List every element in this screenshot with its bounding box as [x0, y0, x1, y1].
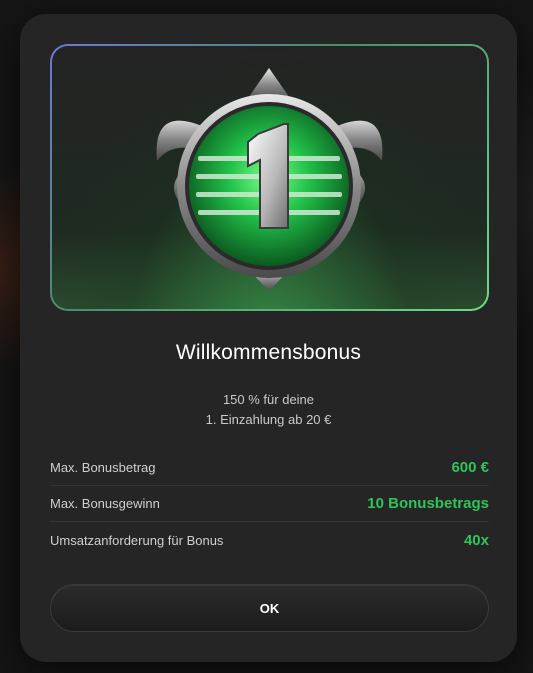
ok-button[interactable]: OK — [50, 584, 489, 632]
welcome-bonus-modal: Willkommensbonus 150 % für deine 1. Einz… — [20, 14, 517, 662]
bonus-details-list: Max. Bonusbetrag 600 € Max. Bonusgewinn … — [50, 450, 489, 558]
modal-title: Willkommensbonus — [175, 341, 362, 364]
detail-row-max-win: Max. Bonusgewinn 10 Bonusbetrags — [50, 486, 489, 522]
hero-image — [52, 46, 487, 309]
level-one-badge-icon — [156, 68, 383, 291]
bonus-description: 150 % für deine 1. Einzahlung ab 20 € — [20, 390, 517, 430]
detail-value: 10 Bonusbetrags — [367, 495, 489, 512]
description-line-1: 150 % für deine — [222, 392, 315, 407]
detail-value: 40x — [463, 531, 489, 549]
detail-value: 600 € — [451, 459, 489, 476]
detail-label: Umsatzanforderung für Bonus — [50, 532, 224, 548]
detail-label: Max. Bonusgewinn — [50, 496, 160, 511]
detail-row-wagering: Umsatzanforderung für Bonus 40x — [50, 522, 489, 558]
hero-image-frame — [50, 44, 489, 311]
description-line-2: 1. Einzahlung ab 20 € — [205, 412, 332, 427]
detail-row-max-bonus: Max. Bonusbetrag 600 € — [50, 450, 489, 486]
detail-label: Max. Bonusbetrag — [50, 460, 156, 475]
